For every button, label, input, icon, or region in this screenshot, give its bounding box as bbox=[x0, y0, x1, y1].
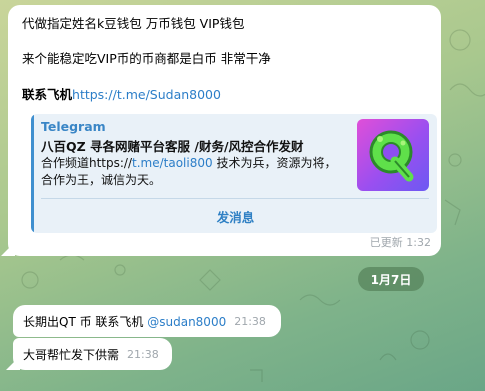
message-line-1: 代做指定姓名k豆钱包 万币钱包 VIP钱包 bbox=[22, 16, 245, 31]
date-separator: 1月7日 bbox=[358, 267, 424, 291]
preview-thumbnail[interactable] bbox=[357, 119, 429, 191]
mention-link[interactable]: @sudan8000 bbox=[147, 315, 226, 329]
contact-label: 联系飞机 bbox=[22, 87, 73, 102]
green-q-logo-icon bbox=[369, 130, 414, 182]
bubble-tail bbox=[6, 356, 20, 370]
message-line-2: 来个能稳定吃VIP币的币商都是白币 非常干净 bbox=[22, 51, 271, 66]
message-text-main: 长期出QT 币 联系飞机 bbox=[23, 314, 148, 329]
contact-line: 联系飞机https://t.me/Sudan8000 bbox=[22, 86, 429, 103]
message-time: 21:38 bbox=[234, 314, 266, 328]
contact-link[interactable]: https://t.me/Sudan8000 bbox=[72, 87, 221, 102]
message-bubble[interactable]: 长期出QT 币 联系飞机 @sudan8000 21:38 bbox=[13, 305, 281, 337]
preview-desc-prefix: 合作频道https:// bbox=[41, 156, 133, 170]
bubble-tail bbox=[1, 242, 15, 256]
preview-desc-link[interactable]: t.me/taoli800 bbox=[132, 156, 213, 170]
message-text: 大哥帮忙发下供需 bbox=[23, 347, 120, 362]
send-message-button[interactable]: 发消息 bbox=[34, 199, 437, 233]
forwarded-message-bubble[interactable]: 代做指定姓名k豆钱包 万币钱包 VIP钱包 来个能稳定吃VIP币的币商都是白币 … bbox=[1, 5, 441, 256]
message-bubble[interactable]: 大哥帮忙发下供需 21:38 bbox=[6, 338, 172, 370]
link-preview-card[interactable]: Telegram 八百QZ 寻各网赌平台客服 /财务/风控合作发财 合作频道ht… bbox=[31, 114, 437, 233]
message-text: 长期出QT 币 联系飞机 @sudan8000 bbox=[23, 313, 226, 330]
message-meta: 已更新 1:32 bbox=[369, 236, 431, 249]
preview-title: 八百QZ 寻各网赌平台客服 /财务/风控合作发财 bbox=[41, 139, 304, 154]
preview-site-name: Telegram bbox=[41, 119, 106, 134]
message-time: 21:38 bbox=[127, 347, 159, 361]
preview-description: 合作频道https://t.me/taoli800 技术为兵，资源为将，合作为王… bbox=[41, 155, 346, 189]
